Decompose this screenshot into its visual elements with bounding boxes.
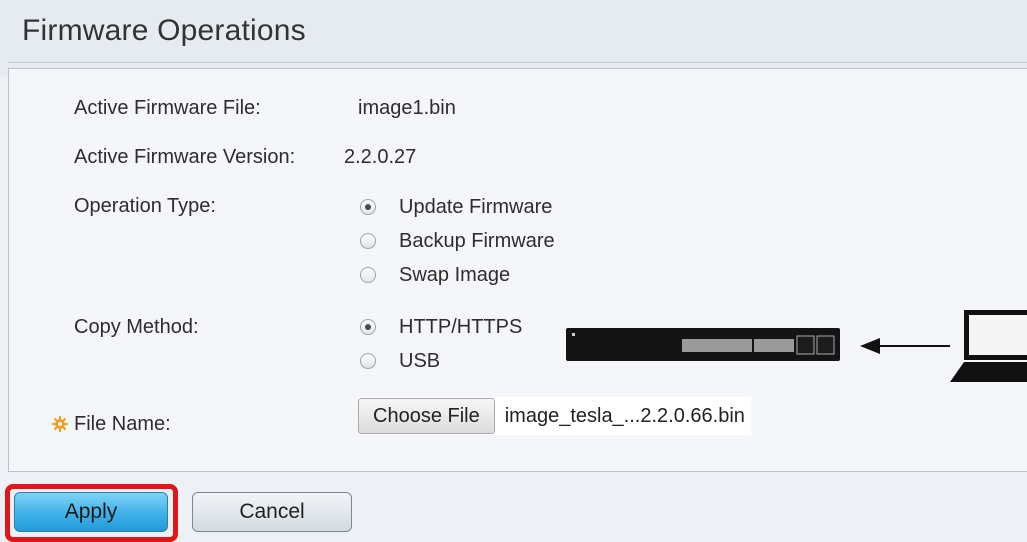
- file-name-label: File Name:: [74, 413, 171, 435]
- copy-method-label: Copy Method:: [74, 316, 199, 338]
- apply-highlight-box: [5, 484, 178, 542]
- radio-button[interactable]: [360, 233, 376, 249]
- radio-label-usb: USB: [399, 349, 441, 372]
- radio-label-update-firmware: Update Firmware: [399, 195, 553, 218]
- radio-button[interactable]: [360, 353, 376, 369]
- title-divider: [8, 62, 1027, 63]
- page-title: Firmware Operations: [22, 14, 306, 47]
- active-firmware-file-label: Active Firmware File:: [74, 97, 261, 119]
- choose-file-button[interactable]: Choose File: [358, 398, 495, 434]
- radio-label-swap-image: Swap Image: [399, 263, 511, 286]
- active-firmware-file-value: image1.bin: [358, 97, 456, 119]
- copy-method-diagram: [566, 310, 1027, 382]
- radio-button[interactable]: [360, 267, 376, 283]
- active-firmware-version-value: 2.2.0.27: [344, 146, 417, 168]
- gear-icon: [52, 416, 68, 432]
- radio-label-http-https: HTTP/HTTPS: [399, 315, 523, 338]
- file-chooser[interactable]: Choose File image_tesla_...2.2.0.66.bin: [358, 397, 751, 435]
- arrow-left-icon: [860, 338, 950, 354]
- radio-update-firmware[interactable]: Update Firmware: [360, 191, 552, 223]
- radio-button-checked[interactable]: [360, 199, 376, 215]
- radio-http-https[interactable]: HTTP/HTTPS: [360, 311, 522, 343]
- laptop-icon: [950, 310, 1027, 382]
- operation-type-label: Operation Type:: [74, 195, 216, 217]
- radio-backup-firmware[interactable]: Backup Firmware: [360, 225, 555, 257]
- radio-swap-image[interactable]: Swap Image: [360, 259, 510, 291]
- radio-button-checked[interactable]: [360, 319, 376, 335]
- network-switch-icon: [566, 328, 840, 361]
- active-firmware-version-label: Active Firmware Version:: [74, 146, 296, 168]
- selected-file-name: image_tesla_...2.2.0.66.bin: [494, 398, 751, 434]
- radio-usb[interactable]: USB: [360, 345, 440, 377]
- radio-label-backup-firmware: Backup Firmware: [399, 229, 555, 252]
- cancel-button[interactable]: Cancel: [192, 492, 352, 532]
